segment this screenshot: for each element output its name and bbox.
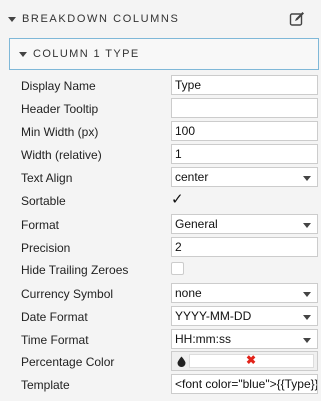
min-width-row: Min Width (px) 100 bbox=[21, 120, 319, 143]
breakdown-columns-panel: BREAKDOWN COLUMNS COLUMN 1 TYPE Display … bbox=[0, 0, 321, 401]
precision-input[interactable]: 2 bbox=[171, 237, 318, 257]
display-name-label: Display Name bbox=[21, 78, 96, 93]
currency-symbol-select[interactable]: none bbox=[171, 283, 318, 303]
date-format-label: Date Format bbox=[21, 309, 88, 324]
text-align-value: center bbox=[175, 170, 209, 184]
header-tooltip-label: Header Tooltip bbox=[21, 101, 99, 116]
display-name-input[interactable]: Type bbox=[171, 75, 318, 95]
currency-symbol-value: none bbox=[175, 286, 202, 300]
date-format-select[interactable]: YYYY-MM-DD bbox=[171, 306, 318, 326]
display-name-row: Display Name Type bbox=[21, 74, 319, 97]
color-drop-icon bbox=[177, 356, 186, 367]
date-format-value: YYYY-MM-DD bbox=[175, 309, 252, 323]
chevron-down-icon bbox=[303, 176, 311, 181]
hide-trailing-zeroes-checkbox[interactable] bbox=[171, 262, 184, 275]
clear-color-icon[interactable]: ✖ bbox=[246, 353, 256, 367]
collapse-caret-icon[interactable] bbox=[8, 16, 16, 22]
precision-row: Precision 2 bbox=[21, 236, 319, 259]
sortable-row: Sortable ✓ bbox=[21, 189, 319, 212]
precision-label: Precision bbox=[21, 240, 71, 255]
format-label: Format bbox=[21, 217, 60, 232]
text-align-select[interactable]: center bbox=[171, 167, 318, 187]
time-format-label: Time Format bbox=[21, 332, 89, 347]
text-align-row: Text Align center bbox=[21, 166, 319, 189]
width-relative-input[interactable]: 1 bbox=[171, 144, 318, 164]
sortable-checkbox[interactable]: ✓ bbox=[171, 192, 184, 208]
header-tooltip-input[interactable] bbox=[171, 98, 318, 118]
hide-trailing-zeroes-label: Hide Trailing Zeroes bbox=[21, 262, 129, 277]
column-1-type-header[interactable]: COLUMN 1 TYPE bbox=[9, 38, 319, 70]
section-title: BREAKDOWN COLUMNS bbox=[22, 13, 180, 25]
percentage-color-row: Percentage Color ✖ bbox=[21, 350, 319, 373]
chevron-down-icon bbox=[303, 223, 311, 228]
width-relative-label: Width (relative) bbox=[21, 147, 102, 162]
hide-trailing-zeroes-row: Hide Trailing Zeroes bbox=[21, 258, 319, 281]
template-label: Template bbox=[21, 377, 70, 392]
currency-symbol-label: Currency Symbol bbox=[21, 286, 114, 301]
format-select[interactable]: General bbox=[171, 214, 318, 234]
min-width-label: Min Width (px) bbox=[21, 124, 99, 139]
chevron-down-icon bbox=[303, 315, 311, 320]
chevron-down-icon bbox=[303, 338, 311, 343]
currency-symbol-row: Currency Symbol none bbox=[21, 282, 319, 305]
breakdown-columns-header[interactable]: BREAKDOWN COLUMNS bbox=[0, 0, 321, 38]
chevron-down-icon bbox=[303, 292, 311, 297]
color-swatch[interactable]: ✖ bbox=[189, 353, 314, 368]
collapse-caret-icon[interactable] bbox=[19, 51, 27, 57]
time-format-value: HH:mm:ss bbox=[175, 332, 231, 346]
date-format-row: Date Format YYYY-MM-DD bbox=[21, 305, 319, 328]
edit-icon[interactable] bbox=[289, 11, 305, 27]
format-row: Format General bbox=[21, 213, 319, 236]
width-relative-row: Width (relative) 1 bbox=[21, 143, 319, 166]
time-format-row: Time Format HH:mm:ss bbox=[21, 328, 319, 351]
percentage-color-label: Percentage Color bbox=[21, 354, 115, 369]
subsection-title: COLUMN 1 TYPE bbox=[33, 48, 140, 60]
template-input[interactable]: <font color="blue">{{Type}} bbox=[171, 374, 318, 394]
header-tooltip-row: Header Tooltip bbox=[21, 97, 319, 120]
sortable-label: Sortable bbox=[21, 193, 66, 208]
text-align-label: Text Align bbox=[21, 170, 73, 185]
min-width-input[interactable]: 100 bbox=[171, 121, 318, 141]
format-value: General bbox=[175, 217, 218, 231]
time-format-select[interactable]: HH:mm:ss bbox=[171, 329, 318, 349]
percentage-color-picker[interactable]: ✖ bbox=[171, 351, 318, 371]
template-row: Template <font color="blue">{{Type}} bbox=[21, 373, 319, 396]
